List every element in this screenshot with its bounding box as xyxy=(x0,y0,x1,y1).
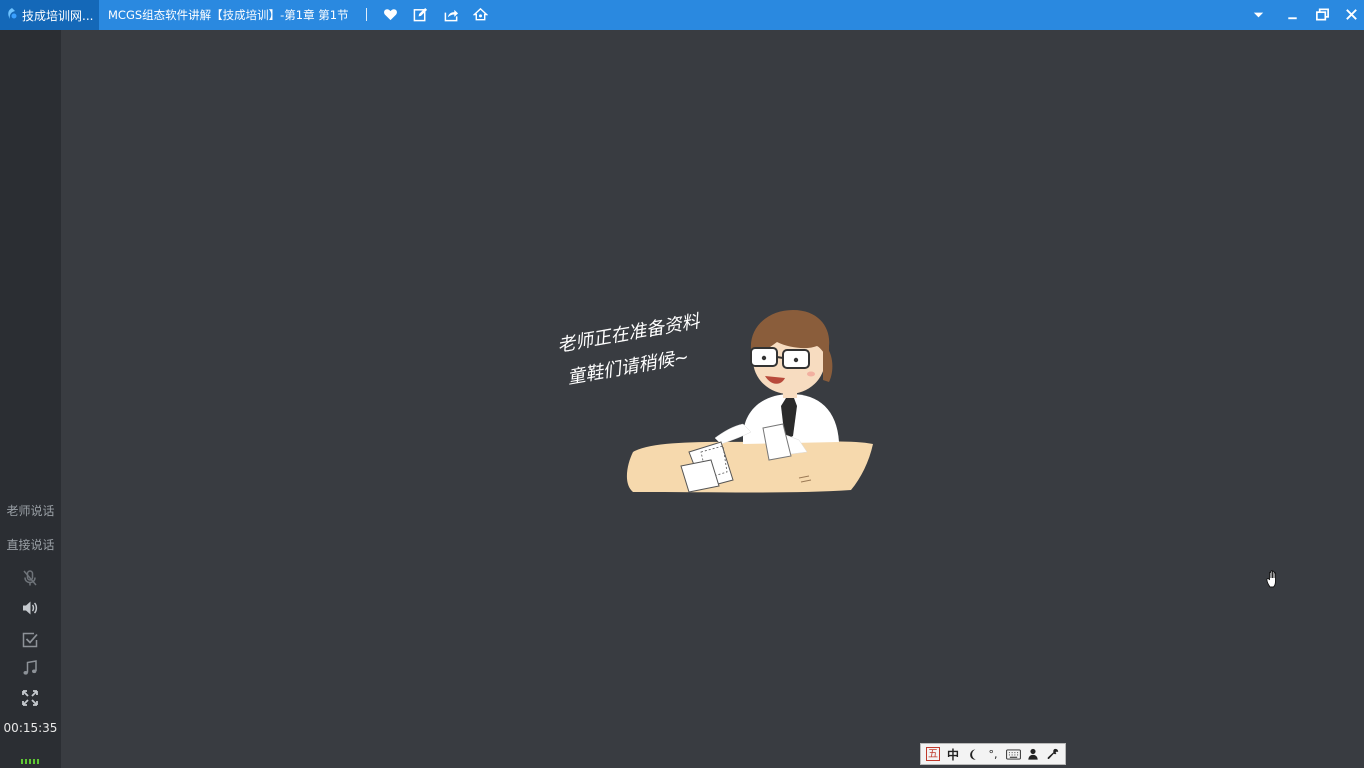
wrench-icon xyxy=(1047,748,1059,760)
edit-button[interactable] xyxy=(412,6,429,23)
user-icon xyxy=(1028,748,1038,760)
ime-punct-toggle[interactable]: °, xyxy=(985,746,1001,762)
music-button[interactable] xyxy=(20,658,40,678)
hand-cursor-icon xyxy=(1266,570,1276,588)
dropdown-icon xyxy=(1253,12,1264,18)
audio-level-meter xyxy=(21,759,39,764)
title-bar: 技成培训网... MCGS组态软件讲解【技成培训】-第1章 第1节 xyxy=(0,0,1364,30)
teacher-speaking-button[interactable]: 老师说话 xyxy=(0,502,61,519)
app-logo-icon xyxy=(8,8,17,19)
session-timer: 00:15:35 xyxy=(3,721,58,735)
minimize-icon xyxy=(1288,17,1297,20)
minimize-button[interactable] xyxy=(1284,6,1301,23)
video-area: 老师正在准备资料 童鞋们请稍候~ xyxy=(61,30,1364,768)
app-tab-label: 技成培训网... xyxy=(22,9,94,23)
left-sidebar: 老师说话 直接说话 00:15:35 xyxy=(0,30,61,768)
dropdown-button[interactable] xyxy=(1250,6,1267,23)
fullscreen-button[interactable] xyxy=(20,688,40,708)
heart-icon xyxy=(384,9,397,21)
moon-icon xyxy=(969,748,976,760)
mic-muted-icon xyxy=(23,570,37,586)
ime-keyboard-button[interactable] xyxy=(1005,746,1021,762)
waiting-illustration: 老师正在准备资料 童鞋们请稍候~ xyxy=(556,302,913,502)
keyboard-icon xyxy=(1005,748,1021,760)
window-title: MCGS组态软件讲解【技成培训】-第1章 第1节 xyxy=(108,8,349,22)
speaker-button[interactable] xyxy=(20,598,40,618)
title-separator xyxy=(366,8,367,21)
close-icon xyxy=(1346,9,1357,20)
ime-mode-toggle[interactable]: 中 xyxy=(945,746,961,762)
settings-button[interactable] xyxy=(472,6,489,23)
close-button[interactable] xyxy=(1343,6,1360,23)
music-icon xyxy=(23,660,37,675)
share-icon xyxy=(444,9,459,22)
ime-user-button[interactable] xyxy=(1025,746,1041,762)
restore-button[interactable] xyxy=(1314,6,1331,23)
share-button[interactable] xyxy=(443,6,460,23)
ime-settings-button[interactable] xyxy=(1045,746,1061,762)
ime-logo-button[interactable]: 五 xyxy=(925,746,941,762)
favorite-button[interactable] xyxy=(382,6,399,23)
ime-toolbar: 五 中 °, xyxy=(920,743,1066,765)
checkin-button[interactable] xyxy=(20,630,40,650)
direct-speak-button[interactable]: 直接说话 xyxy=(0,536,61,553)
edit-icon xyxy=(413,7,428,22)
restore-icon xyxy=(1316,8,1329,21)
fullscreen-icon xyxy=(22,690,38,706)
ime-width-toggle[interactable] xyxy=(965,746,981,762)
ime-logo: 五 xyxy=(926,747,940,761)
speaker-icon xyxy=(23,601,38,615)
home-icon xyxy=(473,7,488,21)
mic-button[interactable] xyxy=(20,568,40,588)
app-tab[interactable]: 技成培训网... xyxy=(0,0,99,30)
checkbox-icon xyxy=(22,632,38,648)
